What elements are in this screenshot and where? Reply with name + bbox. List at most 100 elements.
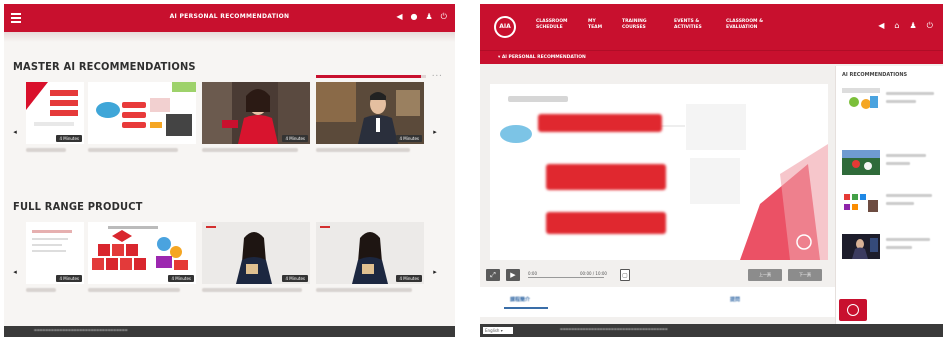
nav-classroom-evaluation[interactable]: CLASSROOM & EVALUATION — [726, 19, 776, 31]
carousel-prev-arrow[interactable]: ◂ — [10, 268, 20, 276]
header-shadow — [4, 32, 455, 42]
slide-block — [546, 164, 666, 190]
video-thumbnail[interactable]: 4 Minutes — [26, 82, 84, 144]
brand-logo[interactable]: AIA — [494, 16, 516, 38]
home-icon[interactable]: ● — [411, 12, 418, 22]
sidebar-thumbnail — [842, 190, 880, 215]
video-thumbnail[interactable] — [88, 82, 196, 144]
video-frame[interactable] — [490, 84, 828, 260]
sidebar-thumbnail — [842, 234, 880, 259]
megaphone-icon[interactable]: ◀ — [396, 12, 402, 22]
sidebar-video-item[interactable] — [842, 150, 942, 178]
nav-my-team[interactable]: MY TEAM — [588, 19, 608, 31]
item-title — [886, 194, 932, 197]
top-bar: AI PERSONAL RECOMMENDATION ◀ ● ♟ ⏻ — [4, 4, 455, 32]
video-card[interactable]: 4 Minutes — [26, 82, 84, 152]
nav-events-activities[interactable]: EVENTS & ACTIVITIES — [674, 19, 712, 31]
prev-page-button[interactable]: 上一頁 — [748, 269, 782, 281]
video-thumbnail[interactable]: 4 Minutes — [316, 222, 424, 284]
item-title — [886, 92, 934, 95]
megaphone-icon[interactable]: ◀ — [878, 21, 884, 31]
duration-badge: 4 Minutes — [396, 135, 422, 142]
item-title — [886, 154, 926, 157]
video-card[interactable]: 4 Minutes — [316, 82, 424, 152]
breadcrumb-bar: ▾ AI PERSONAL RECOMMENDATION — [480, 50, 943, 64]
sidebar-video-item[interactable] — [842, 88, 942, 116]
recommendation-page: AI PERSONAL RECOMMENDATION ◀ ● ♟ ⏻ MASTE… — [4, 4, 455, 337]
user-icon[interactable]: ♟ — [910, 21, 917, 31]
item-title — [886, 238, 930, 241]
settings-icon[interactable]: ▢ — [620, 269, 630, 281]
card-title — [316, 148, 410, 152]
power-icon[interactable]: ⏻ — [441, 12, 447, 22]
footer-legal-text: ▬▬▬▬▬▬▬▬▬▬▬▬▬▬▬▬▬▬▬▬▬▬▬▬▬▬▬▬▬▬▬▬▬▬▬▬▬▬ — [560, 327, 668, 331]
video-thumbnail[interactable]: 4 Minutes — [26, 222, 84, 284]
video-thumbnail[interactable]: 4 Minutes — [88, 222, 196, 284]
content-tabs: 課程簡介 提問 — [480, 287, 835, 317]
video-thumbnail[interactable]: 4 Minutes — [316, 82, 424, 144]
page-footer: English ▾ ▬▬▬▬▬▬▬▬▬▬▬▬▬▬▬▬▬▬▬▬▬▬▬▬▬▬▬▬▬▬… — [480, 324, 943, 337]
carousel-next-arrow[interactable]: ▸ — [430, 268, 440, 276]
language-select[interactable]: English ▾ — [483, 327, 513, 334]
video-card[interactable]: 4 Minutes — [202, 222, 310, 292]
composite-screenshot: AI PERSONAL RECOMMENDATION ◀ ● ♟ ⏻ MASTE… — [0, 0, 947, 341]
video-card[interactable]: 4 Minutes — [202, 82, 310, 152]
power-icon[interactable]: ⏻ — [927, 21, 933, 31]
progress-dots: • • • — [432, 73, 442, 78]
item-subtitle — [886, 162, 910, 165]
sidebar-title: AI RECOMMENDATIONS — [842, 72, 908, 78]
page-footer: ▬▬▬▬▬▬▬▬▬▬▬▬▬▬▬▬▬▬▬▬▬▬▬▬▬▬▬▬▬▬▬▬▬ — [4, 326, 455, 337]
breadcrumb-label: AI PERSONAL RECOMMENDATION — [501, 55, 586, 60]
next-page-button[interactable]: 下一頁 — [788, 269, 822, 281]
footer-legal-text: ▬▬▬▬▬▬▬▬▬▬▬▬▬▬▬▬▬▬▬▬▬▬▬▬▬▬▬▬▬▬▬▬▬ — [34, 328, 128, 332]
card-title — [316, 288, 412, 292]
card-title — [88, 148, 178, 152]
sidebar-video-item[interactable] — [842, 234, 942, 262]
language-value: English — [485, 328, 500, 333]
carousel-prev-arrow[interactable]: ◂ — [10, 128, 20, 136]
section-title-full: FULL RANGE PRODUCT — [13, 200, 143, 213]
video-player-page: AIA CLASSROOM SCHEDULE MY TEAM TRAINING … — [480, 4, 943, 337]
user-icon[interactable]: ♟ — [426, 12, 433, 22]
sidebar-video-item[interactable] — [842, 190, 942, 218]
duration-badge: 4 Minutes — [56, 135, 82, 142]
play-icon[interactable]: ▶ — [506, 269, 520, 281]
video-card[interactable]: 4 Minutes — [26, 222, 84, 292]
section-title-master: MASTER AI RECOMMENDATIONS — [13, 60, 196, 73]
duration-badge: 4 Minutes — [282, 135, 308, 142]
carousel-next-arrow[interactable]: ▸ — [430, 128, 440, 136]
card-title — [202, 288, 302, 292]
slide-block — [538, 114, 662, 132]
total-time: 00:00 / 10:00 — [580, 271, 607, 276]
diagram-thumbnail-art — [88, 82, 196, 144]
nav-training-courses[interactable]: TRAINING COURSES — [622, 19, 660, 31]
card-title — [88, 288, 180, 292]
home-icon[interactable]: ⌂ — [894, 21, 899, 31]
duration-badge: 4 Minutes — [56, 275, 82, 282]
header-icons: ◀ ⌂ ♟ ⏻ — [878, 21, 933, 31]
video-thumbnail[interactable]: 4 Minutes — [202, 222, 310, 284]
current-time: 0:00 — [528, 271, 537, 276]
tab-questions[interactable]: 提問 — [730, 296, 740, 303]
slide-block — [546, 212, 666, 234]
tab-description[interactable]: 課程簡介 — [510, 296, 530, 303]
page-title: AI PERSONAL RECOMMENDATION — [169, 13, 290, 20]
video-card[interactable] — [88, 82, 196, 152]
duration-badge: 4 Minutes — [282, 275, 308, 282]
breadcrumb[interactable]: ▾ AI PERSONAL RECOMMENDATION — [498, 55, 586, 60]
item-subtitle — [886, 246, 912, 249]
duration-badge: 4 Minutes — [168, 275, 194, 282]
card-title — [26, 148, 66, 152]
top-nav-bar: AIA CLASSROOM SCHEDULE MY TEAM TRAINING … — [480, 4, 943, 50]
card-title — [26, 288, 56, 292]
seek-bar[interactable] — [528, 277, 604, 278]
video-card[interactable]: 4 Minutes — [316, 222, 424, 292]
duration-badge: 4 Minutes — [396, 275, 422, 282]
fullscreen-icon[interactable]: ⤢ — [486, 269, 500, 281]
nav-classroom-schedule[interactable]: CLASSROOM SCHEDULE — [536, 19, 574, 31]
video-thumbnail[interactable]: 4 Minutes — [202, 82, 310, 144]
video-card[interactable]: 4 Minutes — [88, 222, 196, 292]
sidebar-thumbnail — [842, 88, 880, 113]
item-subtitle — [886, 202, 914, 205]
card-title — [202, 148, 298, 152]
